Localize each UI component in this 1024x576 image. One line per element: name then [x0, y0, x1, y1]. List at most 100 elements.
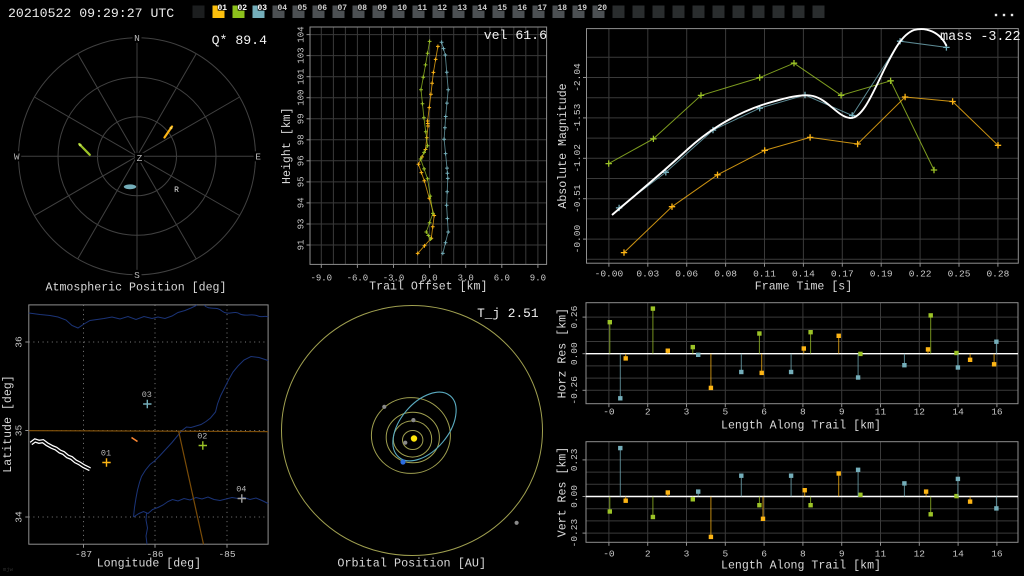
svg-text:03: 03 [142, 390, 152, 400]
svg-text:34: 34 [14, 511, 25, 523]
svg-text:0.22: 0.22 [909, 269, 932, 280]
svg-text:5: 5 [722, 407, 728, 418]
svg-text:95: 95 [297, 176, 307, 187]
svg-text:Longitude [deg]: Longitude [deg] [97, 558, 201, 571]
svg-text:96: 96 [297, 155, 307, 166]
svg-text:S: S [134, 270, 140, 281]
svg-text:Frame Time [s]: Frame Time [s] [755, 281, 852, 294]
svg-text:Length Along Trail [km]: Length Along Trail [km] [721, 560, 881, 573]
svg-text:02: 02 [197, 432, 207, 442]
svg-text:11: 11 [875, 549, 887, 560]
svg-text:N: N [134, 33, 140, 44]
svg-text:2: 2 [645, 549, 651, 560]
svg-text:11: 11 [875, 407, 887, 418]
svg-text:03: 03 [257, 4, 267, 13]
svg-text:Z: Z [137, 153, 143, 164]
svg-text:mjw: mjw [3, 566, 14, 573]
svg-text:-6.0: -6.0 [347, 274, 369, 284]
svg-text:98: 98 [297, 134, 307, 145]
svg-text:13: 13 [457, 4, 467, 13]
svg-text:15: 15 [497, 4, 507, 13]
svg-text:19: 19 [577, 4, 587, 13]
svg-text:-0.23: -0.23 [569, 519, 580, 548]
svg-text:99: 99 [297, 113, 307, 124]
svg-text:-9.0: -9.0 [310, 274, 332, 284]
svg-text:0.03: 0.03 [636, 269, 659, 280]
svg-text:17: 17 [537, 4, 547, 13]
svg-text:9: 9 [839, 549, 845, 560]
svg-text:mass -3.22: mass -3.22 [940, 30, 1020, 45]
svg-text:01: 01 [217, 4, 227, 13]
svg-text:94: 94 [297, 197, 307, 208]
svg-text:0.06: 0.06 [675, 269, 698, 280]
svg-text:12: 12 [914, 549, 926, 560]
svg-text:16: 16 [517, 4, 527, 13]
svg-text:93: 93 [297, 219, 307, 230]
svg-text:Atmospheric Position [deg]: Atmospheric Position [deg] [46, 282, 227, 295]
svg-text:20210522 09:29:27 UTC: 20210522 09:29:27 UTC [8, 6, 174, 21]
svg-text:vel 61.6: vel 61.6 [484, 28, 547, 43]
svg-text:10: 10 [397, 4, 407, 13]
svg-text:14: 14 [952, 549, 964, 560]
svg-text:Length Along Trail [km]: Length Along Trail [km] [721, 420, 881, 433]
svg-text:Height [km]: Height [km] [281, 107, 294, 184]
svg-text:W: W [14, 152, 20, 163]
svg-text:04: 04 [277, 4, 287, 13]
svg-text:0.23: 0.23 [569, 448, 580, 471]
svg-text:09: 09 [377, 4, 387, 13]
svg-text:Q* 89.4: Q* 89.4 [212, 33, 267, 48]
svg-text:08: 08 [357, 4, 367, 13]
svg-text:11: 11 [417, 4, 427, 13]
svg-text:-85: -85 [218, 549, 235, 560]
svg-text:02: 02 [237, 4, 247, 13]
svg-text:3: 3 [684, 549, 690, 560]
svg-text:0.08: 0.08 [714, 269, 737, 280]
svg-text:0.17: 0.17 [831, 269, 854, 280]
svg-text:6: 6 [761, 407, 767, 418]
svg-text:9: 9 [839, 407, 845, 418]
svg-text:-87: -87 [75, 549, 92, 560]
svg-text:-0: -0 [603, 407, 615, 418]
svg-text:-0.51: -0.51 [572, 184, 583, 213]
svg-text:35: 35 [14, 425, 25, 437]
svg-text:0.00: 0.00 [569, 342, 580, 365]
svg-text:07: 07 [337, 4, 347, 13]
svg-text:Latitude [deg]: Latitude [deg] [2, 375, 15, 472]
svg-text:91: 91 [297, 240, 307, 251]
svg-text:06: 06 [317, 4, 327, 13]
svg-text:0.19: 0.19 [870, 269, 893, 280]
svg-text:8: 8 [800, 407, 806, 418]
svg-text:8: 8 [800, 549, 806, 560]
svg-text:T_j 2.51: T_j 2.51 [477, 306, 539, 321]
svg-text:0.28: 0.28 [986, 269, 1009, 280]
svg-text:Absolute Magnitude: Absolute Magnitude [557, 83, 570, 208]
svg-text:2: 2 [645, 407, 651, 418]
svg-text:9.0: 9.0 [530, 274, 546, 284]
svg-text:-0.00: -0.00 [595, 269, 624, 280]
svg-text:Vert Res [km]: Vert Res [km] [557, 447, 570, 537]
svg-text:01: 01 [101, 449, 111, 459]
svg-text:05: 05 [297, 4, 307, 13]
svg-text:104: 104 [297, 26, 307, 42]
svg-text:3: 3 [684, 407, 690, 418]
svg-text:14: 14 [952, 407, 964, 418]
svg-text:5: 5 [722, 549, 728, 560]
svg-text:-1.02: -1.02 [572, 144, 583, 173]
svg-text:-0: -0 [603, 549, 615, 560]
svg-text:6: 6 [761, 549, 767, 560]
svg-text:Trail Offset [km]: Trail Offset [km] [369, 281, 487, 294]
svg-text:100: 100 [297, 90, 307, 106]
svg-text:-1.53: -1.53 [572, 103, 583, 132]
svg-text:6.0: 6.0 [494, 274, 510, 284]
svg-text:-0.00: -0.00 [572, 225, 583, 254]
svg-text:16: 16 [991, 549, 1003, 560]
svg-text:0.14: 0.14 [792, 269, 815, 280]
svg-text:18: 18 [557, 4, 567, 13]
svg-text:12: 12 [914, 407, 926, 418]
svg-text:R: R [174, 186, 179, 195]
svg-text:0.25: 0.25 [948, 269, 971, 280]
svg-text:101: 101 [297, 69, 307, 85]
svg-text:Horz Res [km]: Horz Res [km] [557, 308, 570, 398]
svg-text:E: E [255, 152, 261, 163]
svg-text:20: 20 [597, 4, 607, 13]
